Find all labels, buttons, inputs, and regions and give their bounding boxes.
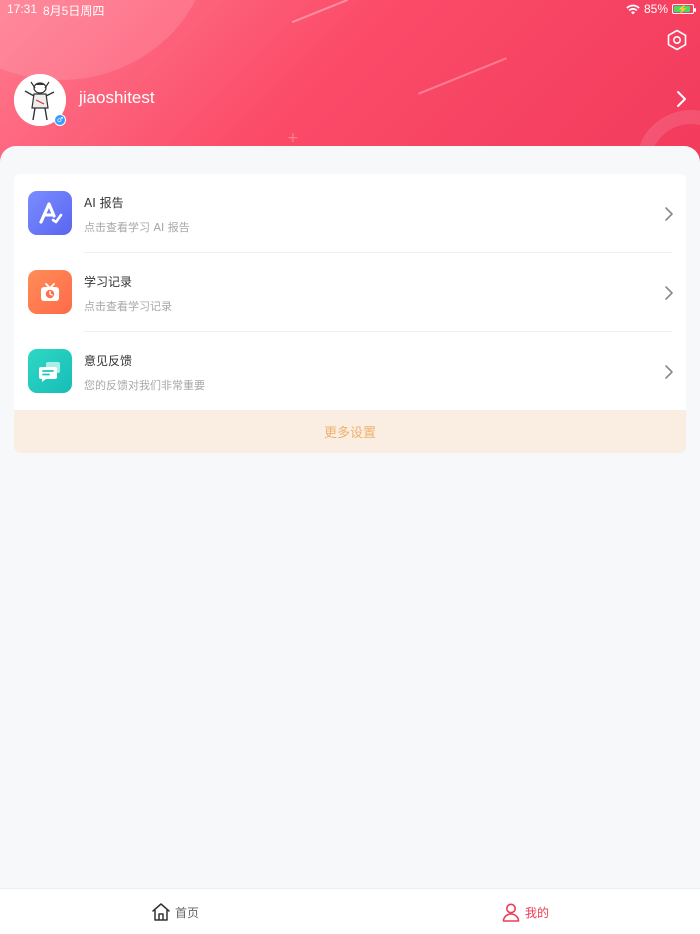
avatar[interactable]: ♂ (14, 74, 66, 126)
status-indicators: 85% ⚡ (626, 2, 696, 16)
feedback-icon (28, 349, 72, 393)
status-time: 17:31 (7, 2, 38, 16)
decorative-line (418, 57, 507, 95)
menu-item-ai-report[interactable]: AI 报告 点击查看学习 AI 报告 (14, 174, 686, 253)
menu-item-subtitle: 您的反馈对我们非常重要 (84, 379, 205, 392)
menu-item-feedback[interactable]: 意见反馈 您的反馈对我们非常重要 (14, 332, 686, 411)
male-gender-icon: ♂ (54, 114, 66, 126)
wifi-icon (626, 4, 640, 14)
menu-item-title: 学习记录 (84, 275, 133, 289)
status-date: 8月5日周四 (43, 4, 105, 18)
chevron-right-icon (665, 286, 673, 300)
study-record-icon (28, 270, 72, 314)
tab-mine-label: 我的 (524, 905, 549, 920)
chevron-right-icon (665, 207, 673, 221)
decorative-plus: + (287, 130, 299, 146)
menu-item-subtitle: 点击查看学习 AI 报告 (84, 221, 190, 234)
tab-bar: 首页 我的 (0, 888, 700, 934)
tab-home[interactable]: 首页 (0, 889, 350, 934)
menu-card: AI 报告 点击查看学习 AI 报告 学习记录 点击查看学习记录 意见反馈 您的… (14, 174, 686, 453)
username[interactable]: jiaoshitest (79, 88, 155, 108)
battery-percent: 85% (643, 2, 668, 16)
menu-item-title: AI 报告 (84, 196, 124, 210)
more-settings-button[interactable]: 更多设置 (14, 410, 686, 453)
chevron-right-icon[interactable] (674, 90, 688, 108)
chevron-right-icon (665, 365, 673, 379)
ai-report-icon (28, 191, 72, 235)
status-bar: 17:31 8月5日周四 85% ⚡ (0, 0, 700, 20)
settings-icon[interactable] (666, 29, 688, 51)
menu-item-title: 意见反馈 (84, 354, 133, 368)
menu-item-study-record[interactable]: 学习记录 点击查看学习记录 (14, 253, 686, 332)
home-icon (152, 903, 170, 921)
tab-home-label: 首页 (174, 905, 199, 920)
user-icon (502, 903, 520, 922)
menu-item-subtitle: 点击查看学习记录 (84, 300, 172, 313)
tab-mine[interactable]: 我的 (350, 889, 700, 934)
battery-icon: ⚡ (672, 4, 696, 14)
